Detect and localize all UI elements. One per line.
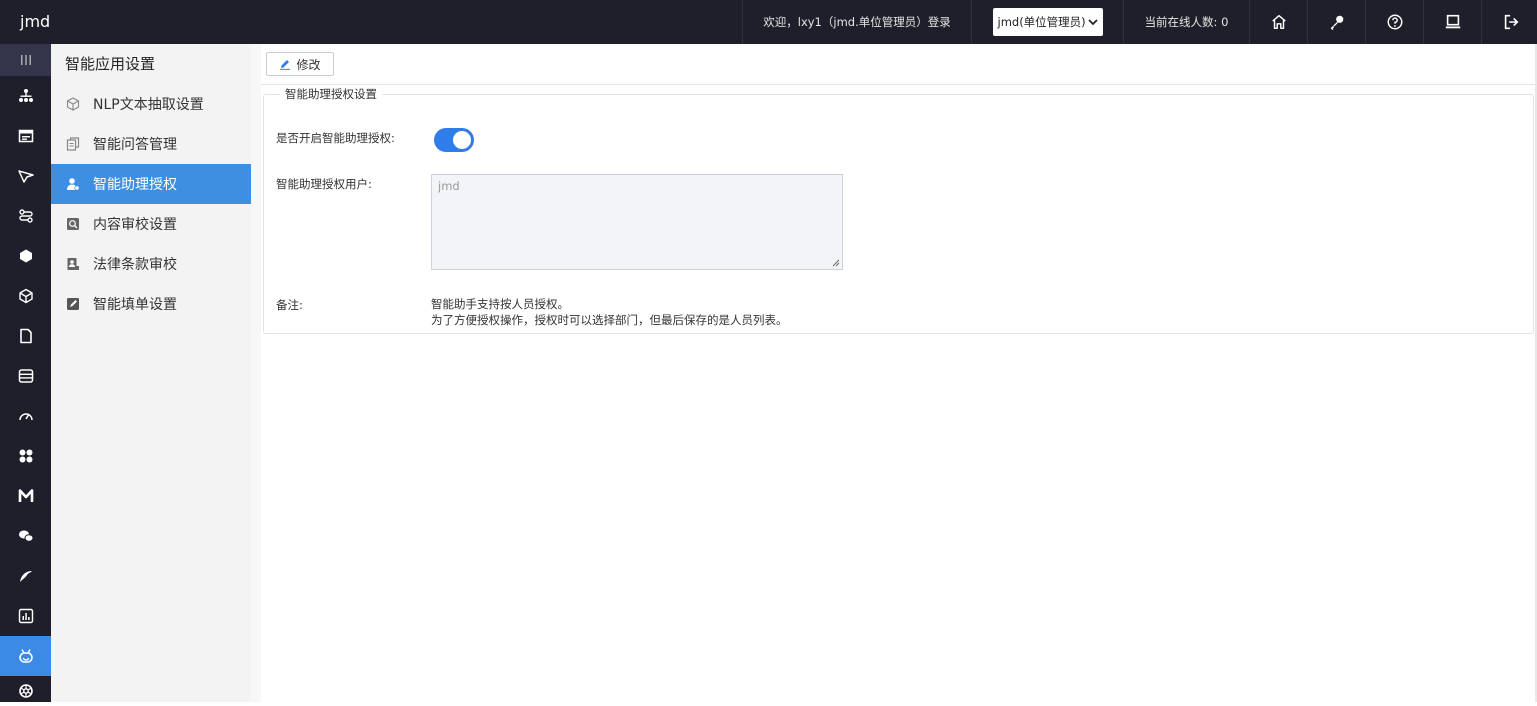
submenu-panel: 智能应用设置 NLP文本抽取设置 智能问答管理 智能助理授权 内容审校设置 法律… [51,44,251,702]
rail-item-chart[interactable] [0,596,51,636]
rail-item-grid[interactable] [0,436,51,476]
rail-item-cube[interactable] [0,276,51,316]
database-icon [18,369,33,383]
grid-icon [19,449,32,463]
unit-select-value: jmd(单位管理员) [997,15,1086,29]
rail-item-signature[interactable] [0,556,51,596]
signature-icon [19,571,32,582]
rail-menu-toggle[interactable] [0,44,51,76]
robot-icon [18,649,33,663]
qa-icon [66,137,80,151]
rail-item-flow[interactable] [0,196,51,236]
logout-button[interactable] [1481,0,1537,44]
logout-icon [1504,14,1518,30]
panel-legend: 智能助理授权设置 [285,87,377,101]
submenu-item-label: 内容审校设置 [93,217,177,233]
toolbar: 修改 [261,44,1537,85]
icon-rail [0,44,51,702]
rail-item-calendar[interactable] [0,116,51,156]
home-button[interactable] [1249,0,1307,44]
unit-select-cell: jmd(单位管理员) [971,0,1123,44]
chat-icon [18,530,33,542]
submenu-title: 智能应用设置 [65,55,156,73]
cube-outline-icon [66,97,80,111]
online-count: 当前在线人数: 0 [1123,0,1249,44]
audit-icon [66,217,80,231]
calendar-icon [18,129,33,143]
rail-item-document[interactable] [0,316,51,356]
unit-select[interactable]: jmd(单位管理员) [992,8,1103,36]
help-icon [1387,14,1402,30]
users-value: jmd [438,179,460,193]
panel-divider [251,44,261,702]
remark-line-2: 为了方便授权操作，授权时可以选择部门，但最后保存的是人员列表。 [431,313,788,327]
enable-toggle[interactable] [434,128,474,152]
submenu-item-label: 智能问答管理 [93,137,177,153]
rail-item-hexagon[interactable] [0,236,51,276]
settings-icon [18,684,33,698]
top-bar-right: 欢迎，lxy1（jmd.单位管理员）登录 jmd(单位管理员) 当前在线人数: … [742,0,1537,44]
rail-item-send[interactable] [0,156,51,196]
monitor-button[interactable] [1423,0,1481,44]
welcome-text: 欢迎，lxy1（jmd.单位管理员）登录 [742,0,971,44]
users-label: 智能助理授权用户: [276,177,372,191]
brand-logo: jmd [20,12,51,31]
chart-icon [18,608,33,624]
rail-item-chat[interactable] [0,516,51,556]
flow-icon [18,209,33,223]
menu-icon [20,55,31,65]
rail-item-m[interactable] [0,476,51,516]
org-icon [18,89,33,102]
user-auth-icon [66,177,80,191]
document-icon [19,328,32,344]
rail-item-robot[interactable] [0,636,51,676]
submenu-item-label: NLP文本抽取设置 [93,97,204,113]
home-icon [1271,14,1286,30]
hexagon-icon [19,249,32,263]
submenu-item-assistant-auth[interactable]: 智能助理授权 [51,164,251,204]
edit-button-label: 修改 [296,57,321,72]
resize-grip-icon[interactable] [832,259,840,267]
chevron-down-icon [1087,19,1098,26]
rail-item-org[interactable] [0,76,51,116]
rail-item-database[interactable] [0,356,51,396]
remark-text: 智能助手支持按人员授权。 为了方便授权操作，授权时可以选择部门，但最后保存的是人… [431,296,788,328]
submenu-item-qa[interactable]: 智能问答管理 [51,124,251,164]
users-textarea[interactable]: jmd [431,174,843,270]
submenu-item-label: 智能助理授权 [93,177,177,193]
submenu-item-content-audit[interactable]: 内容审校设置 [51,204,251,244]
gauge-icon [18,413,33,421]
m-icon [18,489,33,502]
edit-button[interactable]: 修改 [266,52,334,76]
monitor-icon [1445,14,1460,29]
law-icon [66,257,80,271]
toggle-knob [453,131,471,149]
key-icon [1330,15,1343,31]
help-button[interactable] [1365,0,1423,44]
password-button[interactable] [1307,0,1365,44]
submenu-item-nlp[interactable]: NLP文本抽取设置 [51,84,251,124]
enable-label: 是否开启智能助理授权: [276,131,395,145]
pencil-icon [280,60,291,70]
remark-label: 备注: [276,298,303,312]
submenu-item-label: 法律条款审校 [93,257,177,273]
send-icon [17,170,34,183]
top-bar: jmd 欢迎，lxy1（jmd.单位管理员）登录 jmd(单位管理员) 当前在线… [0,0,1537,44]
cube-icon [18,288,33,304]
rail-item-gauge[interactable] [0,396,51,436]
remark-line-1: 智能助手支持按人员授权。 [431,297,569,311]
form-icon [66,297,80,311]
submenu-item-law-audit[interactable]: 法律条款审校 [51,244,251,284]
submenu-item-smart-form[interactable]: 智能填单设置 [51,284,251,324]
submenu-item-label: 智能填单设置 [93,297,177,313]
